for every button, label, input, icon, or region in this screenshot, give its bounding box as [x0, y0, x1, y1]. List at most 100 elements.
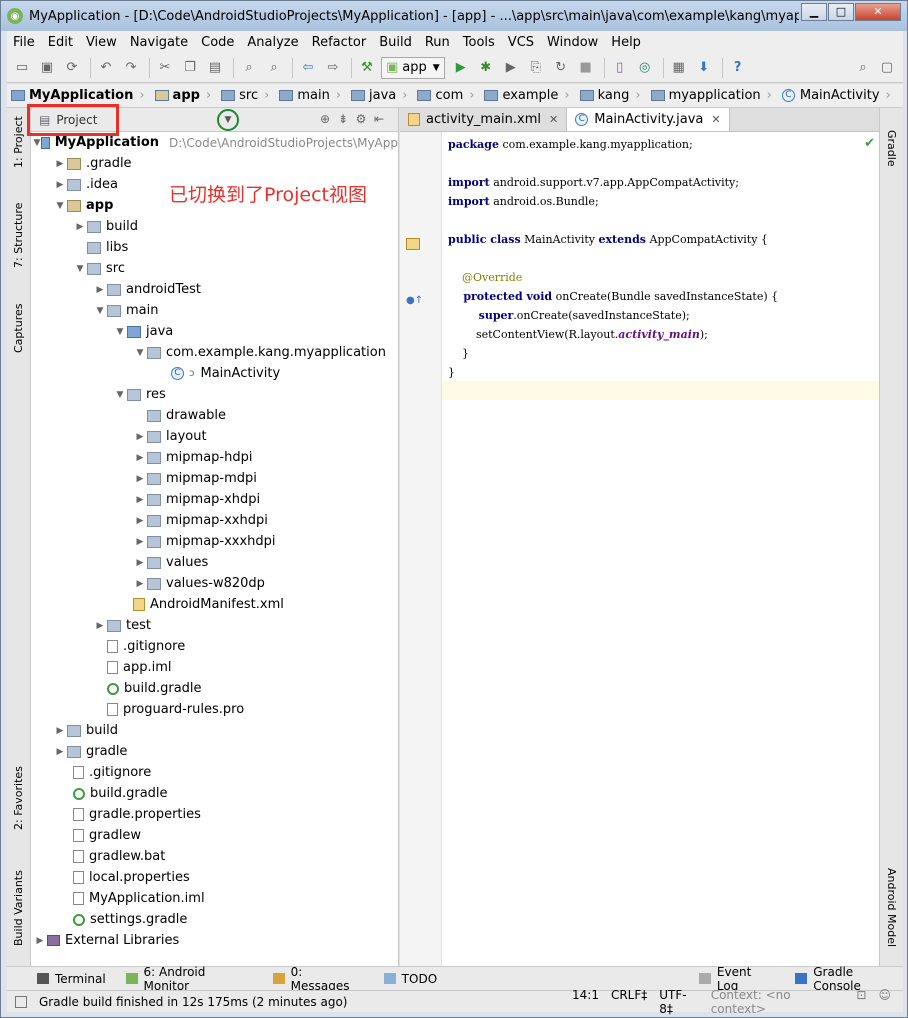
structure-tool-tab[interactable]: 7: Structure — [12, 203, 25, 268]
settings-icon[interactable]: ⚙ — [352, 112, 370, 126]
breadcrumb-item[interactable]: app › — [154, 88, 211, 103]
tree-item[interactable]: ▶ mipmap-hdpi — [31, 447, 398, 468]
menu-code[interactable]: Code — [195, 35, 241, 50]
menu-navigate[interactable]: Navigate — [124, 35, 195, 50]
gradle-tool-tab[interactable]: Gradle — [885, 130, 898, 167]
breadcrumb-item[interactable]: main › — [279, 88, 341, 103]
stop-icon[interactable]: ■ — [575, 57, 597, 79]
tree-item[interactable]: build.gradle — [31, 678, 398, 699]
tree-item[interactable]: Cↄ MainActivity — [31, 363, 398, 384]
coverage-icon[interactable]: ▶ — [500, 57, 522, 79]
copy-icon[interactable]: ❐ — [179, 57, 201, 79]
menu-refactor[interactable]: Refactor — [306, 35, 374, 50]
breadcrumb-item[interactable]: MyApplication › — [11, 88, 145, 103]
paste-icon[interactable]: ▤ — [204, 57, 226, 79]
breadcrumb-item[interactable]: C MainActivity › — [781, 88, 891, 103]
tree-item[interactable]: settings.gradle — [31, 909, 398, 930]
menu-build[interactable]: Build — [373, 35, 419, 50]
android-model-tool-tab[interactable]: Android Model — [885, 868, 898, 947]
undo-icon[interactable]: ↶ — [95, 57, 117, 79]
redo-icon[interactable]: ↷ — [120, 57, 142, 79]
messages-tool-tab[interactable]: 0: Messages — [272, 965, 364, 993]
code-area[interactable]: package com.example.kang.myapplication; … — [448, 135, 778, 382]
close-tab-icon[interactable]: ✕ — [549, 113, 558, 126]
tree-item[interactable]: app.iml — [31, 657, 398, 678]
replace-icon[interactable]: ⌕ — [263, 57, 285, 79]
menu-vcs[interactable]: VCS — [502, 35, 541, 50]
code-editor[interactable]: activity_main.xml ✕ C MainActivity.java ✕ ●… — [400, 108, 879, 966]
tree-item[interactable]: .gitignore — [31, 762, 398, 783]
tree-item[interactable]: ▼ MyApplication D:\Code\AndroidStudioProje… — [31, 132, 398, 153]
breadcrumb-item[interactable]: myapplication › — [650, 88, 772, 103]
tree-item[interactable]: ▶ External Libraries — [31, 930, 398, 951]
help-icon[interactable]: ? — [727, 57, 749, 79]
close-tab-icon[interactable]: ✕ — [711, 113, 720, 126]
tree-item[interactable]: ▶ values-w820dp — [31, 573, 398, 594]
tree-item[interactable]: gradle.properties — [31, 804, 398, 825]
build-variants-tool-tab[interactable]: Build Variants — [12, 870, 25, 946]
tree-item[interactable]: ▶ values — [31, 552, 398, 573]
menu-edit[interactable]: Edit — [42, 35, 80, 50]
maximize-button[interactable]: □ — [828, 3, 854, 21]
tree-item[interactable]: ▶ mipmap-xxhdpi — [31, 510, 398, 531]
tree-item[interactable]: ▶ mipmap-mdpi — [31, 468, 398, 489]
close-button[interactable]: ✕ — [855, 3, 901, 21]
back-icon[interactable]: ⇦ — [297, 57, 319, 79]
tree-item[interactable]: ▶ mipmap-xxxhdpi — [31, 531, 398, 552]
tree-item[interactable]: gradlew — [31, 825, 398, 846]
breadcrumb-item[interactable]: com › — [417, 88, 474, 103]
caret-position[interactable]: 14:1 — [572, 988, 599, 1016]
sync-icon[interactable]: ⟳ — [61, 57, 83, 79]
project-tool-tab[interactable]: 1: Project — [12, 116, 25, 168]
sync-gradle-icon[interactable]: ◎ — [634, 57, 656, 79]
menu-run[interactable]: Run — [419, 35, 457, 50]
tree-item[interactable]: ▼ java — [31, 321, 398, 342]
todo-tool-tab[interactable]: TODO — [383, 972, 437, 986]
collapse-all-icon[interactable]: ⇟ — [334, 112, 352, 126]
user-icon[interactable]: ▢ — [876, 57, 898, 79]
tree-item[interactable]: ▶ gradle — [31, 741, 398, 762]
forward-icon[interactable]: ⇨ — [322, 57, 344, 79]
tree-item[interactable]: local.properties — [31, 867, 398, 888]
tree-item[interactable]: drawable — [31, 405, 398, 426]
menu-analyze[interactable]: Analyze — [241, 35, 305, 50]
tree-item[interactable]: gradlew.bat — [31, 846, 398, 867]
menu-help[interactable]: Help — [605, 35, 648, 50]
save-icon[interactable]: ▣ — [36, 57, 58, 79]
minimize-button[interactable]: ▁ — [801, 3, 827, 21]
tree-item[interactable]: ▶ mipmap-xhdpi — [31, 489, 398, 510]
tab-main-activity-java[interactable]: C MainActivity.java ✕ — [567, 108, 730, 131]
tab-activity-main-xml[interactable]: activity_main.xml ✕ — [400, 108, 568, 131]
class-marker-icon[interactable] — [406, 238, 420, 250]
tree-item[interactable]: ▼ com.example.kang.myapplication — [31, 342, 398, 363]
tree-item[interactable]: ▶ build — [31, 720, 398, 741]
terminal-tool-tab[interactable]: Terminal — [37, 972, 106, 986]
tree-item[interactable]: .gitignore — [31, 636, 398, 657]
android-monitor-tool-tab[interactable]: 6: Android Monitor — [125, 965, 253, 993]
line-separator[interactable]: CRLF‡ — [611, 988, 647, 1016]
search-everywhere-icon[interactable]: ⌕ — [852, 57, 874, 79]
tree-item[interactable]: ▼ res — [31, 384, 398, 405]
favorites-tool-tab[interactable]: 2: Favorites — [12, 766, 25, 830]
debug-icon[interactable]: ✱ — [475, 57, 497, 79]
run-icon[interactable]: ▶ — [450, 57, 472, 79]
breadcrumb-item[interactable]: java › — [351, 88, 407, 103]
tree-item[interactable]: build.gradle — [31, 783, 398, 804]
tree-item[interactable]: MyApplication.iml — [31, 888, 398, 909]
rerun-icon[interactable]: ↻ — [550, 57, 572, 79]
override-marker-icon[interactable]: ●↑ — [406, 295, 423, 306]
project-structure-icon[interactable]: ▦ — [668, 57, 690, 79]
tree-item[interactable]: AndroidManifest.xml — [31, 594, 398, 615]
tree-item[interactable]: proguard-rules.pro — [31, 699, 398, 720]
panel-toggle-icon[interactable] — [15, 995, 27, 1008]
hide-panel-icon[interactable]: ⇤ — [370, 112, 388, 126]
tree-item[interactable]: libs — [31, 237, 398, 258]
find-icon[interactable]: ⌕ — [238, 57, 260, 79]
menu-view[interactable]: View — [80, 35, 124, 50]
tree-item[interactable]: ▼ src — [31, 258, 398, 279]
menu-window[interactable]: Window — [541, 35, 605, 50]
breadcrumb-item[interactable]: src › — [221, 88, 269, 103]
run-configuration-select[interactable]: ▣ app ▼ — [381, 56, 445, 79]
open-icon[interactable]: ▭ — [11, 57, 33, 79]
tree-item[interactable]: ▶ build — [31, 216, 398, 237]
